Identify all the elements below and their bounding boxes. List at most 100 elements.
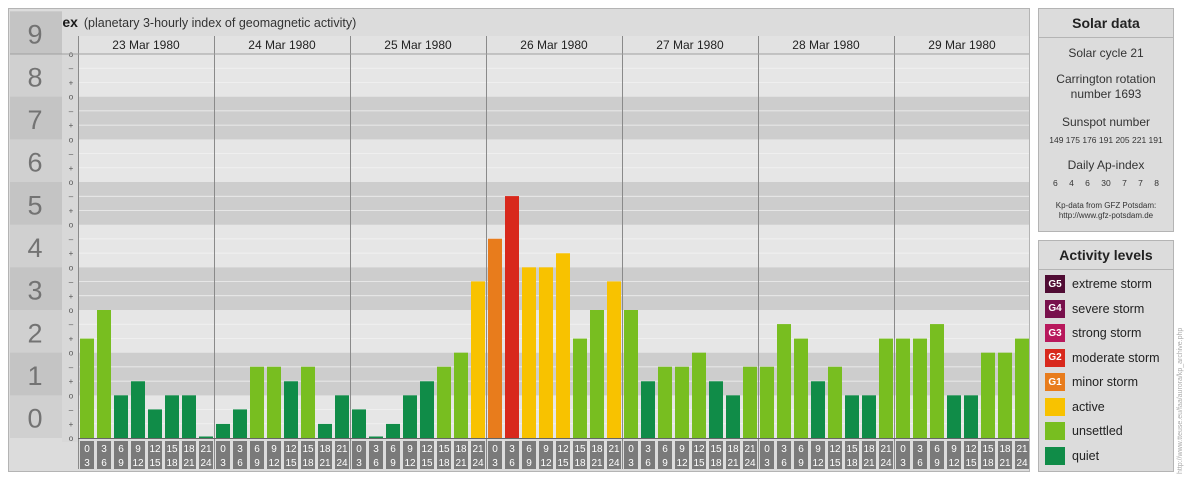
minor-tick-mark: o <box>69 93 74 102</box>
interval-start-label: 15 <box>846 444 858 455</box>
interval-start-label: 3 <box>509 444 515 455</box>
interval-end-label: 24 <box>336 458 348 469</box>
activity-level-quiet: quiet <box>1045 446 1100 465</box>
kp-bar <box>539 267 553 438</box>
interval-start-label: 12 <box>965 444 977 455</box>
interval-end-label: 3 <box>220 458 226 469</box>
interval-end-label: 9 <box>390 458 396 469</box>
activity-level-label: strong storm <box>1072 326 1142 340</box>
interval-start-label: 18 <box>319 444 331 455</box>
interval-end-label: 6 <box>645 458 651 469</box>
y-axis-tick-label: 3 <box>27 276 42 306</box>
solar-data-panel: Solar data Solar cycle 21 Carrington rot… <box>1038 8 1174 232</box>
activity-level-swatch <box>1045 446 1065 465</box>
y-axis-tick-label: 7 <box>27 105 42 135</box>
kp-bar-chart: 0123456789o+–o+–o+–o+–o+–o+–o+–o+–o+–o23… <box>10 11 1029 469</box>
interval-end-label: 18 <box>302 458 314 469</box>
activity-level-swatch: G1 <box>1045 373 1065 391</box>
kp-bar <box>624 310 638 438</box>
day-label: 25 Mar 1980 <box>384 38 452 52</box>
kp-bar <box>709 381 723 438</box>
interval-start-label: 0 <box>356 444 362 455</box>
interval-start-label: 3 <box>101 444 107 455</box>
interval-start-label: 6 <box>390 444 396 455</box>
kp-bar <box>437 366 451 438</box>
kp-bar <box>386 423 400 438</box>
interval-end-label: 18 <box>166 458 178 469</box>
day-label: 27 Mar 1980 <box>656 38 724 52</box>
interval-start-label: 12 <box>557 444 569 455</box>
interval-start-label: 9 <box>135 444 141 455</box>
interval-end-label: 21 <box>183 458 195 469</box>
minor-tick-mark: + <box>69 121 74 130</box>
interval-start-label: 0 <box>900 444 906 455</box>
plot-band <box>78 224 1029 268</box>
minor-tick-mark: o <box>69 135 74 144</box>
interval-end-label: 24 <box>200 458 212 469</box>
activity-level-swatch: G5 <box>1045 275 1065 293</box>
interval-start-label: 9 <box>951 444 957 455</box>
interval-start-label: 15 <box>166 444 178 455</box>
activity-level-strong-storm: G3 strong storm <box>1045 324 1141 342</box>
kp-bar <box>420 381 434 438</box>
y-axis-tick-label: 9 <box>27 20 42 50</box>
kp-bar <box>556 253 570 438</box>
interval-end-label: 24 <box>880 458 892 469</box>
plot-band <box>78 54 1029 97</box>
kp-bar <box>216 423 230 438</box>
kp-bar <box>182 395 196 438</box>
kp-bar <box>471 281 485 438</box>
day-label: 23 Mar 1980 <box>112 38 180 52</box>
interval-start-label: 21 <box>472 444 484 455</box>
interval-end-label: 18 <box>710 458 722 469</box>
interval-end-label: 9 <box>662 458 668 469</box>
kp-chart-panel: Kp-index(planetary 3-hourly index of geo… <box>8 8 1030 472</box>
interval-start-label: 9 <box>543 444 549 455</box>
activity-level-label: moderate storm <box>1072 350 1160 365</box>
interval-end-label: 12 <box>812 458 824 469</box>
interval-start-label: 18 <box>591 444 603 455</box>
kp-bar <box>488 238 502 438</box>
interval-start-label: 9 <box>679 444 685 455</box>
kp-bar <box>250 366 264 438</box>
activity-level-label: severe storm <box>1072 301 1145 316</box>
interval-start-label: 6 <box>526 444 532 455</box>
interval-start-label: 15 <box>438 444 450 455</box>
interval-end-label: 21 <box>319 458 331 469</box>
interval-start-label: 21 <box>880 444 892 455</box>
plot-band <box>78 96 1029 140</box>
kp-bar <box>675 366 689 438</box>
activity-level-extreme-storm: G5 extreme storm <box>1045 275 1152 293</box>
data-source-link[interactable]: http://www.gfz-potsdam.de <box>1039 211 1173 221</box>
interval-end-label: 18 <box>438 458 450 469</box>
interval-start-label: 18 <box>863 444 875 455</box>
kp-bar <box>590 310 604 438</box>
plot-band <box>78 182 1029 225</box>
minor-tick-mark: – <box>69 320 74 329</box>
interval-start-label: 9 <box>407 444 413 455</box>
interval-start-label: 21 <box>336 444 348 455</box>
interval-end-label: 12 <box>676 458 688 469</box>
interval-end-label: 3 <box>764 458 770 469</box>
interval-end-label: 12 <box>404 458 416 469</box>
interval-end-label: 18 <box>982 458 994 469</box>
activity-level-label: minor storm <box>1072 375 1138 389</box>
activity-level-swatch <box>1045 397 1065 416</box>
interval-end-label: 9 <box>934 458 940 469</box>
minor-tick-mark: o <box>69 306 74 315</box>
kp-bar <box>284 381 298 438</box>
y-axis-tick-label: 6 <box>27 148 42 178</box>
interval-end-label: 15 <box>693 458 705 469</box>
activity-level-swatch: G3 <box>1045 324 1065 342</box>
activity-level-swatch: G4 <box>1045 299 1065 318</box>
interval-start-label: 0 <box>84 444 90 455</box>
minor-tick-mark: + <box>69 377 74 386</box>
interval-start-label: 18 <box>455 444 467 455</box>
kp-bar <box>845 395 859 438</box>
kp-bar <box>199 436 213 438</box>
interval-start-label: 3 <box>917 444 923 455</box>
activity-level-label: quiet <box>1072 448 1100 463</box>
interval-end-label: 9 <box>526 458 532 469</box>
activity-level-label: extreme storm <box>1072 277 1152 291</box>
interval-end-label: 12 <box>948 458 960 469</box>
